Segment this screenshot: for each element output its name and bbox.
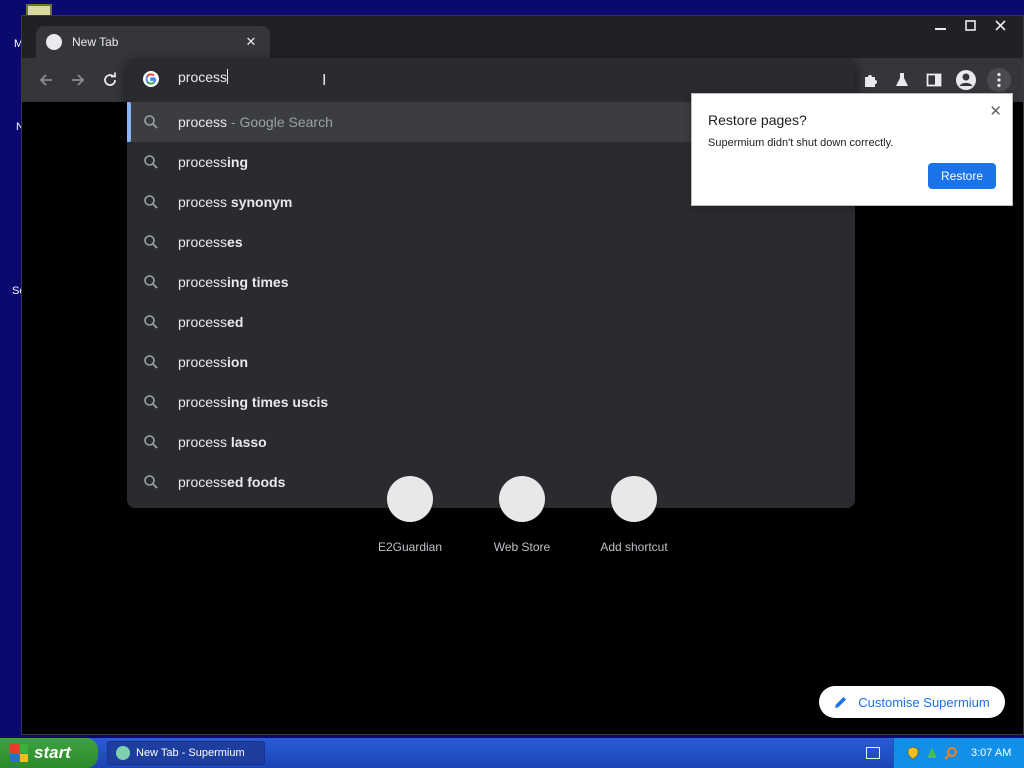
suggestion-text: processes [178,234,243,250]
suggestion-text: processing times uscis [178,394,328,410]
restore-title: Restore pages? [708,112,807,128]
suggestion-prefix: process [178,154,228,170]
start-label: start [34,743,71,762]
tab-title: New Tab [72,35,119,49]
search-icon [144,115,158,129]
suggestion-prefix: process [178,194,228,210]
pencil-icon [835,697,847,708]
shortcut-label: Add shortcut [600,540,668,554]
restore-message: Supermium didn't shut down correctly. [708,137,894,149]
search-icon [144,235,158,249]
shortcut-label: Web Store [493,540,551,554]
suggestion-item[interactable]: processing times uscis [127,382,855,422]
suggestion-completion: lasso [227,434,267,450]
tab-new-tab[interactable]: New Tab ✕ [36,26,270,58]
forward-arrow-icon[interactable] [66,68,90,92]
suggestion-completion: ion [227,354,249,370]
restore-button[interactable]: Restore [928,163,996,189]
suggestion-prefix: process [178,434,228,450]
labs-flask-icon[interactable] [890,68,914,92]
taskbar-item-browser[interactable]: New Tab - Supermium [107,741,265,765]
shortcut-web-store[interactable]: Web Store [467,476,577,554]
suggestion-text: processed [178,314,243,330]
omnibox-input[interactable]: process [178,69,778,85]
browser-favicon-icon [116,746,130,760]
suggestion-text: process lasso [178,434,267,450]
search-icon [144,355,158,369]
clock: 3:07 AM [971,747,1012,759]
suggestion-prefix: process [178,354,228,370]
suggestion-prefix: process [178,474,228,490]
suggestion-completion: ing [227,154,249,170]
restore-pages-bubble: Restore pages? Supermium didn't shut dow… [691,93,1013,206]
suggestion-item[interactable]: processing times [127,262,855,302]
restore-close-icon[interactable]: ✕ [989,102,1002,120]
search-icon [144,315,158,329]
taskbar-item-label: New Tab - Supermium [136,747,245,759]
suggestion-item[interactable]: processes [127,222,855,262]
shortcut-icon [499,476,545,522]
taskbar: start New Tab - Supermium 3:07 AM [0,738,1024,768]
extensions-puzzle-icon[interactable] [858,68,882,92]
shortcut-e2guardian[interactable]: E2Guardian [355,476,465,554]
suggestion-prefix: process [178,234,228,250]
search-icon [144,475,158,489]
suggestion-prefix: process [178,274,228,290]
reload-icon[interactable] [98,68,122,92]
suggestion-item[interactable]: procession [127,342,855,382]
customise-label: Customise Supermium [858,694,990,710]
customise-button[interactable]: Customise Supermium [819,686,1005,718]
keyboard-icon[interactable] [866,747,880,759]
search-icon [144,395,158,409]
suggestion-text: procession [178,354,248,370]
suggestion-text: processing [178,154,248,170]
network-icon[interactable] [925,746,939,760]
suggestion-text: process - Google Search [178,114,333,130]
side-panel-icon[interactable] [922,68,946,92]
tab-favicon-icon [46,34,62,50]
suggestion-completion: synonym [227,194,293,210]
search-icon [144,195,158,209]
window-controls [925,16,1015,34]
menu-kebab-icon[interactable] [987,68,1011,92]
suggestion-text: processing times [178,274,289,290]
suggestion-text: processed foods [178,474,285,490]
suggestion-completion: ing times uscis [227,394,329,410]
suggestion-prefix: process [178,114,228,130]
start-button[interactable]: start [0,738,98,768]
search-icon [144,435,158,449]
maximize-button[interactable] [955,16,985,34]
ibeam-cursor-icon: I [322,72,327,89]
search-icon [144,275,158,289]
suggestion-prefix: process [178,394,228,410]
title-bar: New Tab ✕ [22,16,1023,58]
suggestion-completion: ed foods [227,474,286,490]
omnibox-text: process [178,69,228,85]
shortcut-label: E2Guardian [377,540,443,554]
suggestion-suffix: - Google Search [227,114,333,130]
google-logo-icon [143,71,159,87]
tab-close-icon[interactable]: ✕ [242,34,260,50]
close-window-button[interactable] [985,16,1015,34]
back-arrow-icon[interactable] [34,68,58,92]
profile-avatar-icon[interactable] [954,68,978,92]
suggestion-completion: ed [227,314,244,330]
text-caret [227,69,229,84]
minimize-button[interactable] [925,16,955,34]
suggestion-item[interactable]: process lasso [127,422,855,462]
system-tray: 3:07 AM [893,738,1024,768]
search-icon [144,155,158,169]
windows-logo-icon [10,744,28,762]
shortcut-icon [611,476,657,522]
suggestion-text: process synonym [178,194,292,210]
suggestion-completion: ing times [227,274,289,290]
browser-window: New Tab ✕ process I process - Google Sea… [21,15,1024,735]
suggestion-completion: es [227,234,243,250]
shortcut-icon [387,476,433,522]
suggestion-item[interactable]: processed [127,302,855,342]
search-magnifier-icon[interactable] [944,746,958,760]
suggestion-prefix: process [178,314,228,330]
security-shield-icon[interactable] [906,746,920,760]
shortcut-add-shortcut[interactable]: Add shortcut [579,476,689,554]
